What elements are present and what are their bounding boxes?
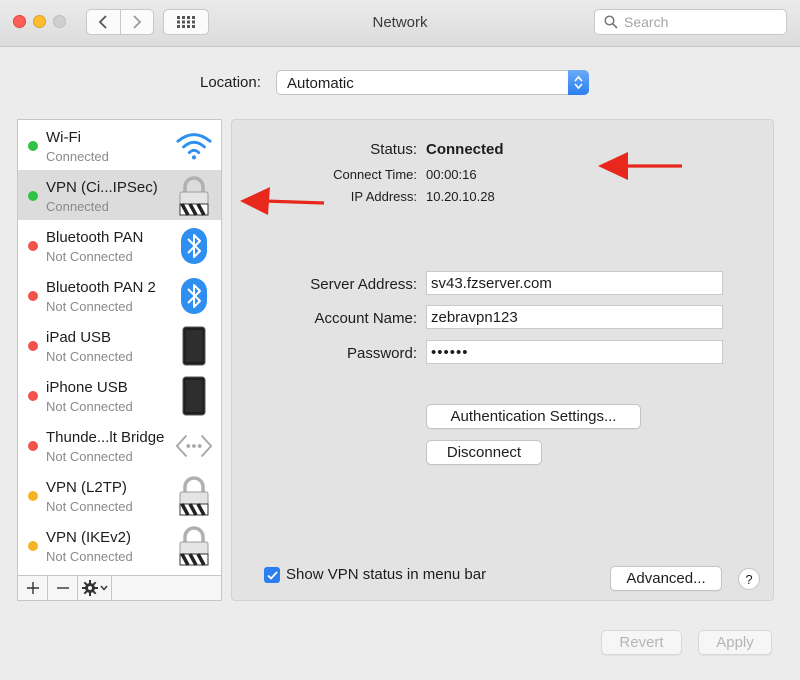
service-item-bluetooth-pan-2[interactable]: Bluetooth PAN 2 Not Connected [18,270,221,320]
ip-address-value: 10.20.10.28 [426,189,495,204]
server-address-label: Server Address: [310,276,417,293]
service-state: Not Connected [46,249,133,264]
service-name: VPN (L2TP) [46,479,127,496]
service-list[interactable]: Wi-Fi Connected VPN (Ci...IPSec) Connect… [17,119,222,576]
vpn-lock-icon [175,476,213,516]
service-item-bluetooth-pan[interactable]: Bluetooth PAN Not Connected [18,220,221,270]
service-state: Not Connected [46,449,133,464]
service-item-vpn-l2tp[interactable]: VPN (L2TP) Not Connected [18,470,221,520]
status-label: Status: [370,141,417,158]
service-state: Not Connected [46,499,133,514]
account-name-label: Account Name: [314,310,417,327]
service-item-vpn-cisco-ipsec[interactable]: VPN (Ci...IPSec) Connected [18,170,221,220]
location-stepper [568,70,589,95]
search-icon [604,15,618,29]
service-item-vpn-ikev2[interactable]: VPN (IKEv2) Not Connected [18,520,221,570]
search-box[interactable] [594,9,787,35]
service-state: Not Connected [46,299,133,314]
status-dot [28,541,38,551]
title-bar: Network [0,0,800,47]
service-item-wifi[interactable]: Wi-Fi Connected [18,120,221,170]
location-select[interactable]: Automatic [276,70,589,95]
updown-chevron-icon [574,75,583,90]
status-dot [28,141,38,151]
checkmark-icon [266,570,278,580]
advanced-button[interactable]: Advanced... [610,566,722,591]
service-name: iPhone USB [46,379,128,396]
status-dot [28,341,38,351]
service-state: Not Connected [46,349,133,364]
service-item-iphone-usb[interactable]: iPhone USB Not Connected [18,370,221,420]
show-vpn-status-checkbox[interactable] [264,567,280,583]
location-value: Automatic [287,75,354,92]
vpn-lock-icon [175,526,213,566]
service-item-thunderbolt-bridge[interactable]: Thunde...lt Bridge Not Connected [18,420,221,470]
apply-button[interactable]: Apply [698,630,772,655]
service-state: Not Connected [46,549,133,564]
connect-time-value: 00:00:16 [426,167,477,182]
status-dot [28,241,38,251]
remove-service-button[interactable] [48,576,78,600]
service-name: VPN (IKEv2) [46,529,132,546]
connect-time-label: Connect Time: [333,167,417,182]
plus-icon [26,582,39,594]
status-dot [28,491,38,501]
service-item-ipad-usb[interactable]: iPad USB Not Connected [18,320,221,370]
disconnect-button[interactable]: Disconnect [426,440,542,465]
status-dot [28,291,38,301]
show-vpn-status-label: Show VPN status in menu bar [286,566,487,583]
service-state: Connected [46,149,109,164]
minus-icon [56,587,69,589]
annotation-arrow-status [598,152,682,180]
service-name: Bluetooth PAN [46,229,144,246]
account-name-field[interactable]: zebravpn123 [426,305,723,329]
bluetooth-icon [175,277,213,315]
status-dot [28,391,38,401]
service-name: Bluetooth PAN 2 [46,279,156,296]
status-dot [28,191,38,201]
thunderbolt-bridge-icon [175,427,213,465]
vpn-lock-icon [175,176,213,216]
bluetooth-icon [175,227,213,265]
service-actions-button[interactable] [78,576,112,600]
service-list-toolbar [17,576,222,601]
service-name: VPN (Ci...IPSec) [46,179,158,196]
authentication-settings-button[interactable]: Authentication Settings... [426,404,641,429]
chevron-down-icon [99,585,108,591]
add-service-button[interactable] [18,576,48,600]
status-value: Connected [426,141,504,158]
service-state: Not Connected [46,399,133,414]
password-label: Password: [346,345,417,362]
status-dot [28,441,38,451]
service-name: iPad USB [46,329,112,346]
revert-button[interactable]: Revert [601,630,682,655]
service-name: Wi-Fi [46,129,81,146]
service-state: Connected [46,199,109,214]
password-field[interactable]: •••••• [426,340,723,364]
help-button[interactable]: ? [738,568,760,590]
iphone-icon [175,376,213,416]
search-input[interactable] [624,14,774,30]
annotation-arrow-left [240,187,325,215]
server-address-field[interactable]: sv43.fzserver.com [426,271,723,295]
wifi-icon [175,127,213,165]
location-label: Location: [200,74,261,91]
gear-icon [81,580,98,596]
ipad-icon [175,326,213,366]
service-name: Thunde...lt Bridge [46,429,165,446]
